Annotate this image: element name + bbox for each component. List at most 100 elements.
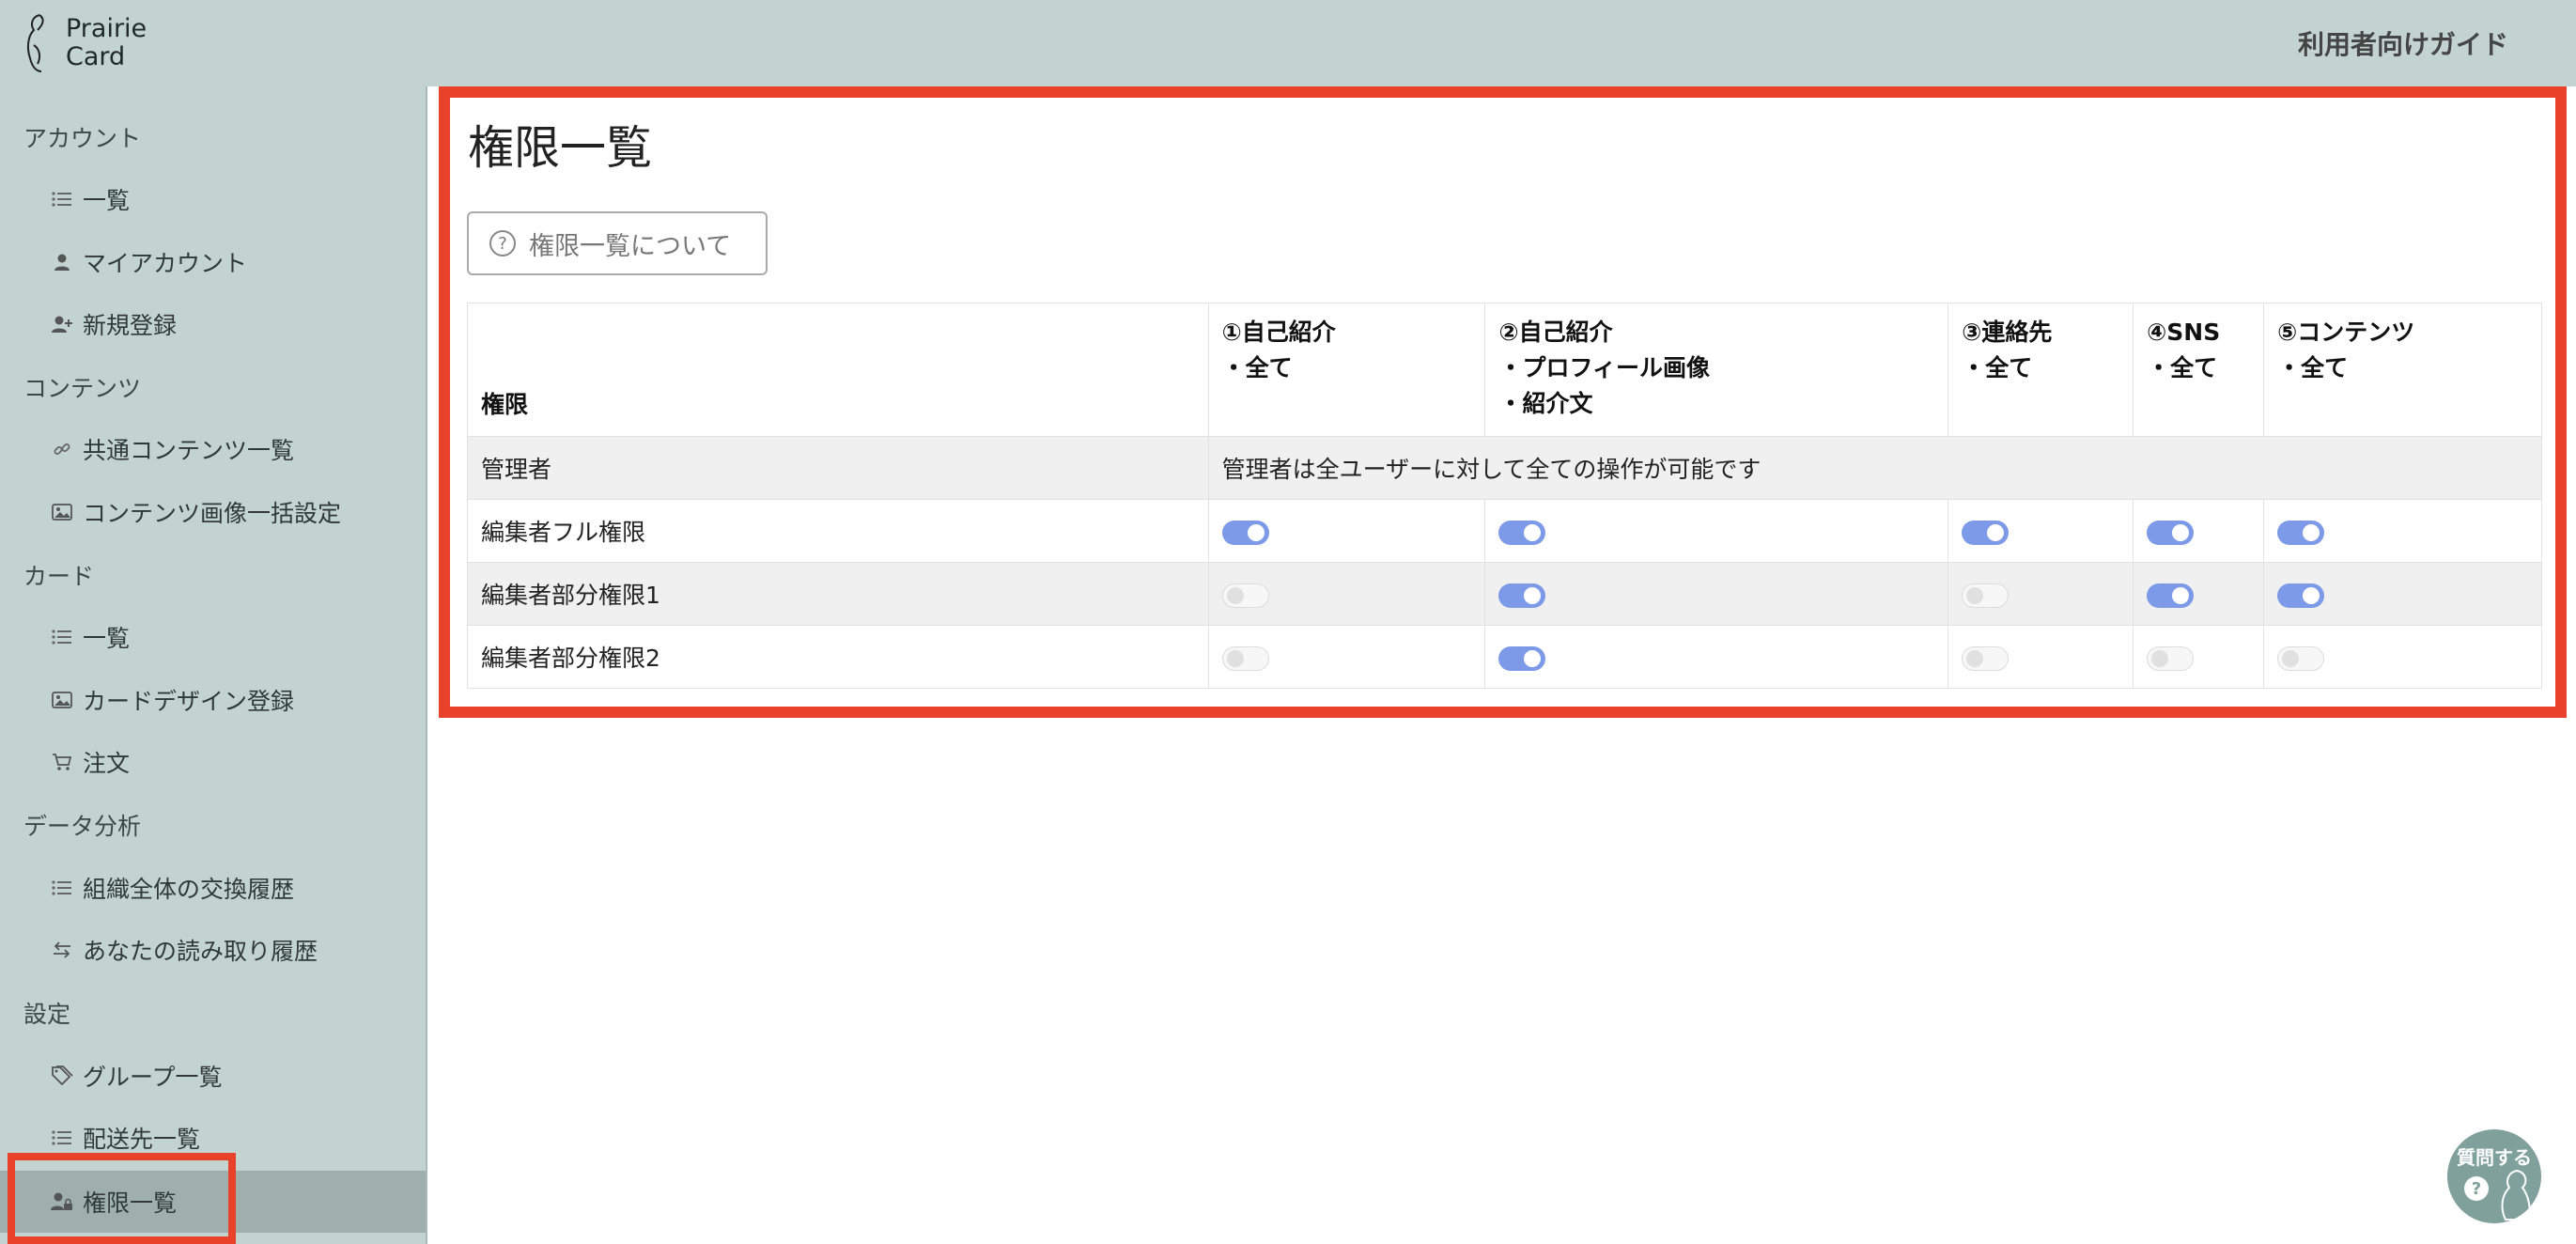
sidebar: アカウント 一覧 マイアカウント 新規登録 コンテンツ 共通コンテンツ一覧 コン… — [0, 86, 427, 1244]
permission-cell — [2133, 562, 2265, 626]
permission-cell — [2263, 499, 2542, 563]
exchange-icon — [49, 937, 75, 963]
header-col2: ②自己紹介 ・プロフィール画像 ・紹介文 — [1484, 303, 1949, 437]
sidebar-section-settings: 設定 — [23, 1001, 71, 1028]
prairie-card-logo[interactable]: Prairie Card — [21, 9, 147, 77]
about-permissions-button[interactable]: ? 権限一覧について — [467, 211, 768, 275]
user-guide-link[interactable]: 利用者向けガイド — [2298, 24, 2508, 62]
sidebar-item-label: カードデザイン登録 — [83, 688, 295, 715]
ask-question-button[interactable]: 質問する ? — [2447, 1129, 2541, 1223]
about-permissions-label: 権限一覧について — [529, 231, 732, 261]
sidebar-item-order[interactable]: 注文 — [0, 735, 426, 789]
toggle-knob — [1226, 586, 1244, 604]
permission-cell — [1484, 562, 1949, 626]
header-col2-line2: ・プロフィール画像 — [1498, 354, 1710, 381]
admin-note: 管理者は全ユーザーに対して全ての操作が可能です — [1207, 436, 2543, 500]
table-row-admin: 管理者 管理者は全ユーザーに対して全ての操作が可能です — [467, 436, 2543, 500]
sidebar-item-label: グループ一覧 — [83, 1064, 223, 1091]
toggle-knob — [1524, 586, 1542, 604]
permission-toggle-col1[interactable] — [1221, 645, 1269, 671]
sidebar-item-your-read-history[interactable]: あなたの読み取り履歴 — [0, 923, 426, 977]
list-icon — [49, 875, 75, 901]
sidebar-item-contents-image-bulk[interactable]: コンテンツ画像一括設定 — [0, 485, 426, 539]
sidebar-item-label: 一覧 — [83, 625, 131, 652]
permission-toggle-col3[interactable] — [1962, 520, 2010, 545]
sidebar-highlight-box — [8, 1153, 236, 1244]
permission-toggle-col5[interactable] — [2277, 520, 2325, 545]
table-header-row: 権限 ①自己紹介 ・全て ②自己紹介 ・プロフィール画像 ・紹介文 ③連絡先 ・… — [467, 303, 2542, 437]
logo-text-line1: Prairie — [66, 14, 147, 43]
role-cell: 管理者 — [467, 436, 1209, 500]
header-col2-line1: ②自己紹介 — [1498, 319, 1613, 346]
sidebar-item-label: 新規登録 — [83, 312, 178, 339]
permission-toggle-col1[interactable] — [1221, 520, 1269, 545]
top-header: Prairie Card 利用者向けガイド — [0, 0, 2576, 86]
logo-text-line2: Card — [66, 42, 126, 71]
logo-figure-icon — [26, 14, 44, 72]
permission-toggle-col4[interactable] — [2147, 520, 2195, 545]
role-cell: 編集者部分権限1 — [467, 562, 1209, 626]
permission-toggle-col4[interactable] — [2147, 583, 2195, 608]
toggle-knob — [1987, 523, 2005, 541]
permission-cell — [1207, 499, 1486, 563]
permission-toggle-col2[interactable] — [1498, 583, 1546, 608]
header-col1-line2: ・全て — [1221, 354, 1293, 381]
permission-cell — [1948, 499, 2134, 563]
sidebar-item-label: 組織全体の交換履歴 — [83, 876, 295, 903]
permission-toggle-col5[interactable] — [2277, 645, 2325, 671]
sidebar-item-shared-contents[interactable]: 共通コンテンツ一覧 — [0, 422, 426, 476]
sidebar-item-my-account[interactable]: マイアカウント — [0, 235, 426, 289]
sidebar-item-org-exchange-history[interactable]: 組織全体の交換履歴 — [0, 861, 426, 915]
toggle-knob — [2151, 649, 2169, 667]
permission-cell — [1207, 562, 1486, 626]
toggle-knob — [1524, 523, 1542, 541]
permission-toggle-col2[interactable] — [1498, 520, 1546, 545]
permission-toggle-col2[interactable] — [1498, 645, 1546, 671]
role-cell: 編集者部分権限2 — [467, 625, 1209, 689]
sidebar-item-card-list[interactable]: 一覧 — [0, 610, 426, 664]
toggle-knob — [2282, 649, 2300, 667]
sidebar-section-contents: コンテンツ — [23, 375, 142, 402]
image-icon — [49, 499, 75, 525]
ask-question-label: 質問する — [2457, 1146, 2532, 1169]
permission-cell — [2133, 625, 2265, 689]
permission-toggle-col4[interactable] — [2147, 645, 2195, 671]
link-icon — [49, 436, 75, 462]
sidebar-item-label: 注文 — [83, 750, 131, 777]
sidebar-item-label: あなたの読み取り履歴 — [83, 938, 318, 965]
header-col3: ③連絡先 ・全て — [1948, 303, 2134, 437]
sidebar-item-card-design[interactable]: カードデザイン登録 — [0, 673, 426, 727]
header-col5: ⑤コンテンツ ・全て — [2263, 303, 2542, 437]
permission-toggle-col3[interactable] — [1962, 645, 2010, 671]
cart-icon — [49, 749, 75, 775]
role-cell: 編集者フル権限 — [467, 499, 1209, 563]
sidebar-item-new-registration[interactable]: 新規登録 — [0, 297, 426, 351]
sidebar-item-account-list[interactable]: 一覧 — [0, 172, 426, 226]
header-col4-line1: ④SNS — [2147, 319, 2221, 346]
sidebar-section-card: カード — [23, 563, 95, 590]
permission-toggle-col1[interactable] — [1221, 583, 1269, 608]
question-mark-icon: ? — [2464, 1176, 2489, 1201]
sidebar-item-group-list[interactable]: グループ一覧 — [0, 1049, 426, 1103]
sidebar-item-label: 一覧 — [83, 187, 131, 214]
list-icon — [49, 1125, 75, 1151]
permission-cell — [2263, 562, 2542, 626]
person-add-icon — [49, 311, 75, 337]
permissions-table: 権限 ①自己紹介 ・全て ②自己紹介 ・プロフィール画像 ・紹介文 ③連絡先 ・… — [467, 303, 2543, 689]
permission-cell — [1948, 562, 2134, 626]
image-icon — [49, 687, 75, 713]
permission-cell — [1207, 625, 1486, 689]
header-role: 権限 — [467, 303, 1209, 437]
permission-cell — [1484, 499, 1949, 563]
toggle-knob — [1966, 649, 1984, 667]
permission-toggle-col3[interactable] — [1962, 583, 2010, 608]
table-row: 編集者部分権限1 — [467, 562, 2542, 626]
sidebar-item-label: 共通コンテンツ一覧 — [83, 437, 295, 464]
list-icon — [49, 624, 75, 650]
toggle-knob — [1226, 649, 1244, 667]
header-col5-line1: ⑤コンテンツ — [2277, 319, 2415, 346]
toggle-knob — [2303, 586, 2320, 604]
sidebar-item-label: 配送先一覧 — [83, 1126, 201, 1153]
sidebar-item-label: コンテンツ画像一括設定 — [83, 500, 342, 527]
permission-toggle-col5[interactable] — [2277, 583, 2325, 608]
